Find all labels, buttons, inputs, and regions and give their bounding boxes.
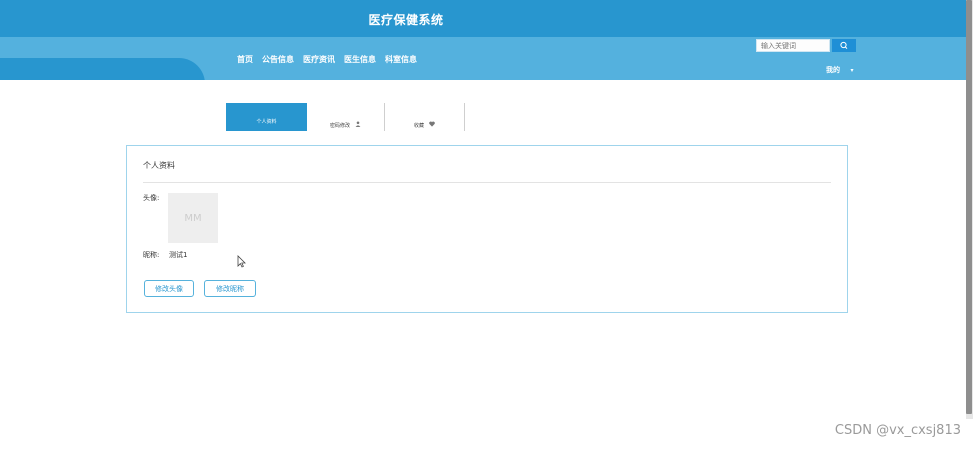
nav-links: 首页 公告信息 医疗资讯 医生信息 科室信息 — [237, 54, 417, 65]
nav-announcements[interactable]: 公告信息 — [262, 54, 294, 65]
tab-password[interactable]: 密码修改 — [307, 103, 385, 131]
top-header: 医疗保健系统 — [0, 0, 966, 37]
nav-departments[interactable]: 科室信息 — [385, 54, 417, 65]
profile-panel: 个人资料 头像: MM 昵称: 测试1 修改头像 修改昵称 — [126, 145, 848, 313]
nav-medical-news[interactable]: 医疗资讯 — [303, 54, 335, 65]
nav-doctors[interactable]: 医生信息 — [344, 54, 376, 65]
site-title: 医疗保健系统 — [368, 13, 444, 27]
nav-bar: 首页 公告信息 医疗资讯 医生信息 科室信息 我的 ▾ — [0, 37, 966, 80]
search-button[interactable] — [832, 39, 856, 52]
watermark: CSDN @vx_cxsj813 — [834, 423, 961, 438]
search-icon — [840, 41, 848, 49]
heart-icon — [429, 121, 435, 129]
scrollbar-thumb[interactable] — [966, 0, 972, 414]
mouse-cursor-icon — [237, 255, 246, 268]
tab-password-label: 密码修改 — [329, 122, 350, 129]
user-menu[interactable]: 我的 ▾ — [826, 65, 853, 75]
tab-favorites[interactable]: 收藏 — [385, 103, 465, 131]
panel-title: 个人资料 — [143, 161, 175, 170]
tab-profile-label: 个人资料 — [256, 118, 277, 125]
nickname-value: 测试1 — [169, 251, 188, 259]
search-input[interactable] — [756, 39, 830, 52]
tab-profile[interactable]: 个人资料 — [226, 103, 307, 131]
chevron-down-icon: ▾ — [850, 67, 854, 74]
tab-favorites-label: 收藏 — [413, 122, 424, 129]
nav-home[interactable]: 首页 — [237, 54, 253, 65]
change-avatar-button[interactable]: 修改头像 — [144, 280, 194, 297]
avatar-label: 头像: — [143, 194, 160, 202]
avatar: MM — [168, 193, 218, 243]
panel-divider — [143, 182, 831, 183]
avatar-placeholder-text: MM — [184, 212, 202, 224]
nav-decoration — [0, 58, 205, 80]
nickname-label: 昵称: — [143, 251, 160, 259]
user-icon — [355, 121, 361, 129]
change-nickname-button[interactable]: 修改昵称 — [204, 280, 256, 297]
user-menu-label: 我的 — [826, 66, 840, 74]
profile-tabs: 个人资料 密码修改 收藏 — [226, 103, 465, 131]
